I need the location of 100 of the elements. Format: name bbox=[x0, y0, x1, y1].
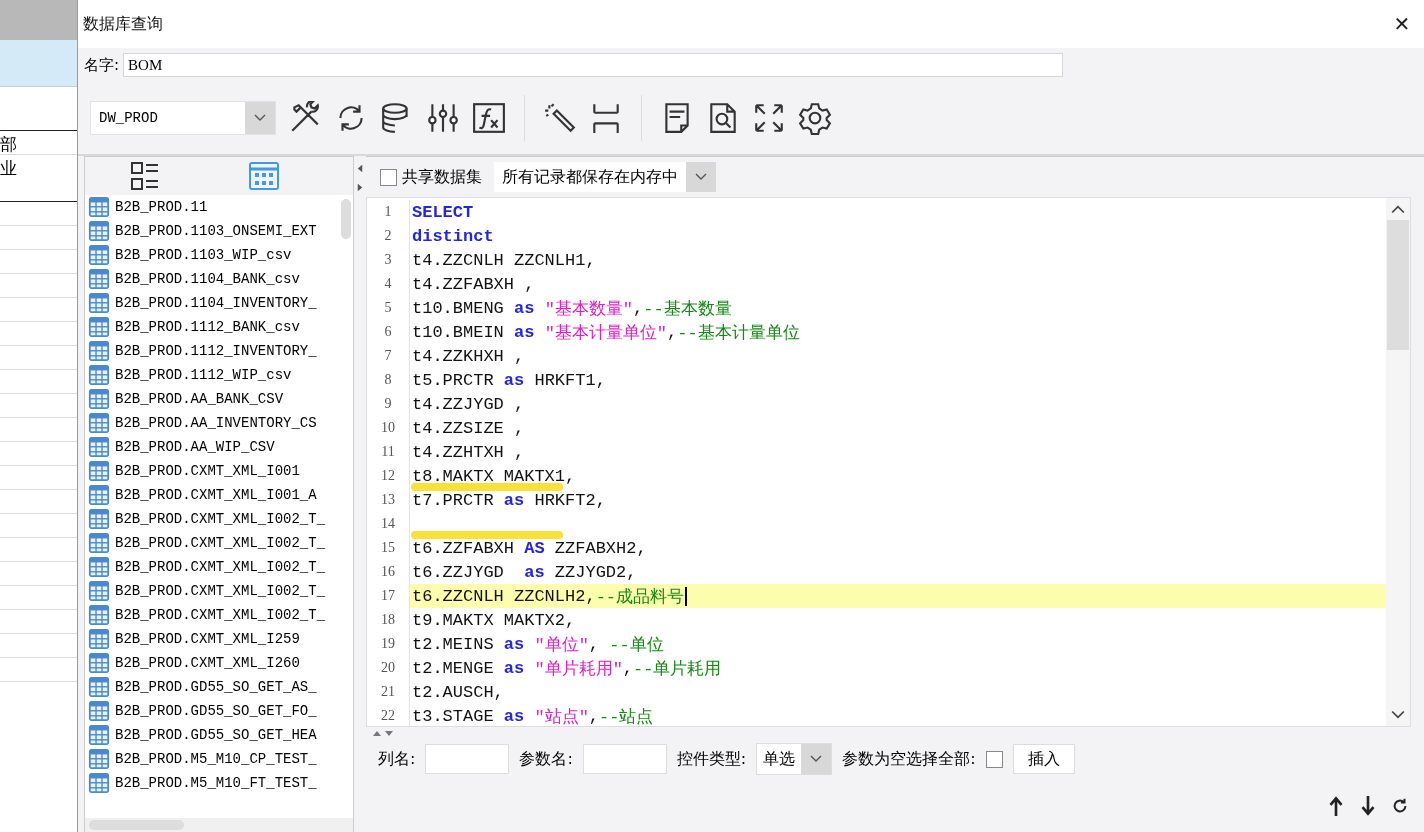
table-icon bbox=[87, 556, 111, 578]
table-name[interactable]: B2B_PROD.AA_INVENTORY_CS bbox=[115, 415, 317, 431]
table-icon bbox=[87, 508, 111, 530]
table-name[interactable]: B2B_PROD.1104_INVENTORY_ bbox=[115, 295, 317, 311]
table-name[interactable]: B2B_PROD.CXMT_XML_I001_A bbox=[115, 487, 317, 503]
table-name[interactable]: B2B_PROD.GD55_SO_GET_FO_ bbox=[115, 703, 317, 719]
table-icon bbox=[87, 700, 111, 722]
table-name[interactable]: B2B_PROD.GD55_SO_GET_AS_ bbox=[115, 679, 317, 695]
formula-icon[interactable] bbox=[472, 101, 506, 135]
table-name[interactable]: B2B_PROD.CXMT_XML_I002_T_ bbox=[115, 583, 326, 599]
column-name-label: 列名: bbox=[378, 748, 416, 770]
code-line: t10.BMENG as "基本数量",--基本数量 bbox=[412, 297, 732, 320]
settings-icon[interactable] bbox=[798, 101, 832, 135]
code-line: t6.ZZCNLH ZZCNLH2,--成品料号 bbox=[412, 584, 688, 608]
list-view-icon[interactable] bbox=[128, 160, 161, 192]
datasource-dropdown[interactable]: DW_PROD bbox=[90, 101, 276, 135]
table-icon bbox=[87, 412, 111, 434]
table-icon bbox=[87, 748, 111, 770]
arrow-down-icon[interactable] bbox=[1359, 795, 1377, 817]
table-icon bbox=[87, 628, 111, 650]
table-icon bbox=[87, 316, 111, 338]
scroll-up-icon[interactable] bbox=[1391, 204, 1405, 214]
table-name[interactable]: B2B_PROD.CXMT_XML_I259 bbox=[115, 631, 300, 647]
shared-dataset-label: 共享数据集 bbox=[402, 166, 482, 188]
control-type-label: 控件类型: bbox=[676, 748, 747, 770]
table-name[interactable]: B2B_PROD.1103_WIP_csv bbox=[115, 247, 292, 263]
table-name[interactable]: B2B_PROD.CXMT_XML_I260 bbox=[115, 655, 300, 671]
table-icon bbox=[87, 220, 111, 242]
code-line: t2.MENGE as "单片耗用",--单片耗用 bbox=[412, 657, 722, 680]
resize-arrows-icon[interactable] bbox=[370, 729, 396, 737]
table-name[interactable]: B2B_PROD.1112_WIP_csv bbox=[115, 367, 292, 383]
table-icon bbox=[87, 652, 111, 674]
scrollbar-thumb[interactable] bbox=[341, 199, 351, 239]
close-button[interactable]: ✕ bbox=[1379, 4, 1424, 44]
table-name[interactable]: B2B_PROD.M5_M10_FT_TEST_ bbox=[115, 775, 317, 791]
table-icon bbox=[87, 604, 111, 626]
table-view-icon[interactable] bbox=[247, 160, 280, 192]
storage-mode-dropdown[interactable]: 所有记录都保存在内存中 bbox=[494, 162, 716, 192]
code-line: t3.STAGE as "站点",--站点 bbox=[412, 705, 654, 726]
parameter-name-field[interactable] bbox=[582, 744, 667, 774]
code-line: t6.ZZFABXH AS ZZFABXH2, bbox=[412, 538, 647, 558]
table-name[interactable]: B2B_PROD.CXMT_XML_I001 bbox=[115, 463, 300, 479]
table-name[interactable]: B2B_PROD.CXMT_XML_I002_T_ bbox=[115, 607, 326, 623]
code-line: t5.PRCTR as HRKFT1, bbox=[412, 370, 606, 390]
code-line: t4.ZZHTXH , bbox=[412, 442, 525, 462]
select-all-checkbox[interactable] bbox=[985, 750, 1003, 768]
table-name[interactable]: B2B_PROD.GD55_SO_GET_HEA bbox=[115, 727, 317, 743]
shared-dataset-checkbox[interactable] bbox=[380, 168, 397, 186]
code-line: t8.MAKTX MAKTX1, bbox=[412, 466, 576, 486]
empty-select-all-label: 参数为空选择全部: bbox=[842, 748, 976, 770]
code-line: SELECT bbox=[412, 202, 474, 222]
code-line: t4.ZZCNLH ZZCNLH1, bbox=[412, 250, 596, 270]
table-icon bbox=[87, 292, 111, 314]
code-line: t4.ZZKHXH , bbox=[412, 346, 525, 366]
table-name[interactable]: B2B_PROD.AA_BANK_CSV bbox=[115, 391, 284, 407]
chevron-down-icon[interactable] bbox=[810, 755, 823, 763]
table-name[interactable]: B2B_PROD.1103_ONSEMI_EXT bbox=[115, 223, 317, 239]
code-line: t4.ZZSIZE , bbox=[412, 418, 525, 438]
table-icon bbox=[87, 676, 111, 698]
table-icon bbox=[87, 580, 111, 602]
column-name-field[interactable] bbox=[425, 744, 510, 774]
insert-button[interactable]: 插入 bbox=[1012, 744, 1075, 774]
table-name[interactable]: B2B_PROD.M5_M10_CP_TEST_ bbox=[115, 751, 317, 767]
expand-icon[interactable] bbox=[752, 101, 786, 135]
scroll-down-icon[interactable] bbox=[1391, 710, 1405, 720]
table-icon bbox=[87, 772, 111, 794]
table-name[interactable]: B2B_PROD.CXMT_XML_I002_T_ bbox=[115, 535, 326, 551]
table-name[interactable]: B2B_PROD.1112_INVENTORY_ bbox=[115, 343, 317, 359]
control-type-dropdown[interactable]: 单选 bbox=[756, 743, 833, 775]
table-name[interactable]: B2B_PROD.11 bbox=[115, 199, 208, 215]
table-name[interactable]: B2B_PROD.CXMT_XML_I002_T_ bbox=[115, 511, 326, 527]
sheet-cell-text: 部 bbox=[0, 133, 17, 156]
table-name[interactable]: B2B_PROD.AA_WIP_CSV bbox=[115, 439, 275, 455]
table-icon bbox=[87, 460, 111, 482]
table-icon bbox=[87, 388, 111, 410]
expand-right-icon[interactable] bbox=[357, 183, 363, 192]
code-line: t2.AUSCH, bbox=[412, 682, 504, 702]
name-label: 名字: bbox=[84, 55, 120, 75]
scrollbar-thumb[interactable] bbox=[1387, 220, 1409, 350]
chevron-down-icon[interactable] bbox=[254, 114, 266, 122]
table-name[interactable]: B2B_PROD.1104_BANK_csv bbox=[115, 271, 300, 287]
code-line: t9.MAKTX MAKTX2, bbox=[412, 610, 576, 630]
magic-wand-icon[interactable] bbox=[543, 101, 577, 135]
sliders-icon[interactable] bbox=[426, 101, 460, 135]
line-number: 17 bbox=[367, 584, 410, 608]
table-icon bbox=[87, 436, 111, 458]
arrow-up-icon[interactable] bbox=[1327, 795, 1345, 817]
parameter-name-label: 参数名: bbox=[519, 748, 573, 770]
table-icon bbox=[87, 532, 111, 554]
code-line: t7.PRCTR as HRKFT2, bbox=[412, 490, 606, 510]
table-name[interactable]: B2B_PROD.1112_BANK_csv bbox=[115, 319, 300, 335]
code-line: t10.BMEIN as "基本计量单位",--基本计量单位 bbox=[412, 321, 800, 344]
table-name[interactable]: B2B_PROD.CXMT_XML_I002_T_ bbox=[115, 559, 326, 575]
collapse-left-icon[interactable] bbox=[357, 164, 363, 173]
code-line: distinct bbox=[412, 226, 494, 246]
name-field[interactable]: BOM bbox=[123, 53, 1064, 77]
code-line: t6.ZZJYGD as ZZJYGD2, bbox=[412, 562, 637, 582]
table-icon bbox=[87, 244, 111, 266]
chevron-down-icon[interactable] bbox=[695, 173, 707, 181]
table-icon bbox=[87, 268, 111, 290]
